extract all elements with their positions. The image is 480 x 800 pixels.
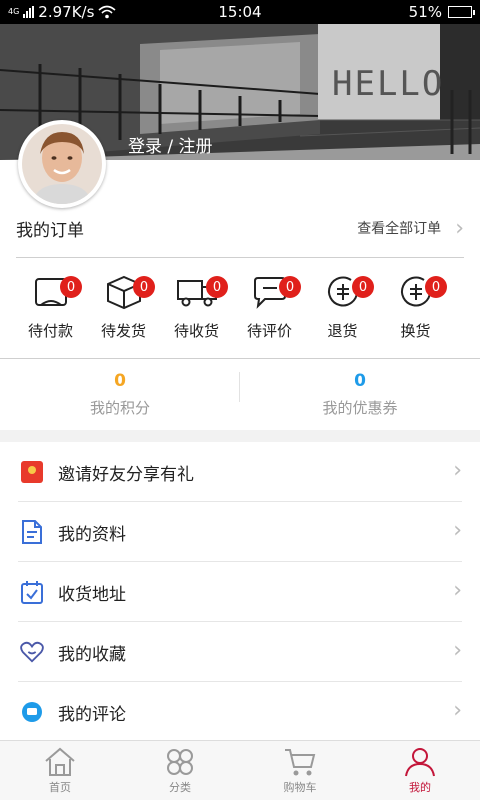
tab-home[interactable]: 首页 — [0, 741, 120, 800]
battery-icon — [448, 6, 475, 18]
tab-label: 首页 — [49, 780, 71, 794]
order-status-to-ship[interactable]: 0 待发货 — [87, 270, 160, 350]
order-status-label: 待评价 — [246, 322, 292, 340]
points-stat[interactable]: 0 我的积分 — [0, 362, 240, 426]
avatar-portrait — [22, 124, 102, 204]
menu-item-profile[interactable]: 我的资料 › — [0, 502, 480, 562]
gift-envelope-icon — [20, 460, 44, 484]
tab-cart[interactable]: 购物车 — [240, 741, 360, 800]
order-status-row: 0 待付款 0 待发货 0 待收货 0 待评价 0 退货 0 换货 — [0, 270, 480, 350]
order-status-to-review[interactable]: 0 待评价 — [233, 270, 306, 350]
coupons-stat[interactable]: 0 我的优惠券 — [240, 362, 480, 426]
hello-wall-text: HELLO — [332, 64, 445, 104]
order-status-label: 待付款 — [27, 322, 73, 340]
coupons-value: 0 — [354, 370, 366, 391]
order-status-to-receive[interactable]: 0 待收货 — [160, 270, 233, 350]
wifi-icon — [98, 5, 116, 19]
order-status-exchange[interactable]: 0 换货 — [379, 270, 452, 350]
points-label: 我的积分 — [89, 398, 150, 417]
menu-item-reviews[interactable]: 我的评论 › — [0, 682, 480, 742]
order-badge: 0 — [60, 276, 82, 298]
tab-label: 购物车 — [283, 780, 317, 794]
order-badge: 0 — [279, 276, 301, 298]
document-icon — [20, 520, 44, 544]
status-time: 15:04 — [218, 3, 262, 21]
calendar-check-icon — [20, 580, 44, 604]
order-badge: 0 — [425, 276, 447, 298]
category-icon — [167, 748, 193, 775]
signal-icon — [23, 6, 35, 18]
coupons-label: 我的优惠券 — [322, 398, 398, 417]
tab-label: 我的 — [409, 780, 431, 794]
menu-item-label: 我的评论 — [58, 704, 126, 725]
divider — [0, 358, 480, 359]
chevron-right-icon: › — [453, 638, 462, 663]
avatar[interactable] — [18, 120, 106, 208]
order-status-label: 待发货 — [100, 322, 146, 340]
chevron-right-icon: › — [453, 518, 462, 543]
chat-bubble-icon — [20, 700, 44, 724]
tab-mine[interactable]: 我的 — [360, 741, 480, 800]
bottom-tab-bar: 首页 分类 购物车 我的 — [0, 740, 480, 800]
order-badge: 0 — [352, 276, 374, 298]
tab-category[interactable]: 分类 — [120, 741, 240, 800]
my-orders-row[interactable]: 我的订单 查看全部订单 › — [0, 200, 480, 256]
menu-item-label: 邀请好友分享有礼 — [58, 464, 194, 485]
menu-item-address[interactable]: 收货地址 › — [0, 562, 480, 622]
menu-item-label: 收货地址 — [58, 584, 126, 605]
stats-row: 0 我的积分 0 我的优惠券 — [0, 362, 480, 426]
chevron-right-icon: › — [455, 215, 464, 241]
my-orders-title: 我的订单 — [16, 220, 84, 241]
menu-item-label: 我的资料 — [58, 524, 126, 545]
order-badge: 0 — [206, 276, 228, 298]
stats-separator — [239, 372, 240, 402]
network-type: 4G — [8, 7, 20, 16]
home-icon — [45, 747, 75, 776]
chevron-right-icon: › — [453, 458, 462, 483]
tab-label: 分类 — [169, 780, 191, 794]
order-status-label: 待收货 — [173, 322, 219, 340]
points-value: 0 — [114, 370, 126, 391]
login-register-link[interactable]: 登录 / 注册 — [128, 132, 213, 157]
divider — [16, 257, 464, 258]
battery-percent: 51% — [408, 3, 442, 21]
menu-item-label: 我的收藏 — [58, 644, 126, 665]
chevron-right-icon: › — [453, 698, 462, 723]
order-status-label: 换货 — [400, 322, 431, 340]
order-status-return[interactable]: 0 退货 — [306, 270, 379, 350]
menu-list: 邀请好友分享有礼 › 我的资料 › 收货地址 › 我的收藏 › 我的评论 › — [0, 442, 480, 742]
menu-item-favorites[interactable]: 我的收藏 › — [0, 622, 480, 682]
cart-icon — [285, 748, 316, 775]
user-icon — [405, 747, 435, 776]
network-speed: 2.97K/s — [38, 3, 95, 21]
heart-icon — [20, 640, 44, 664]
chevron-right-icon: › — [453, 578, 462, 603]
order-status-label: 退货 — [327, 322, 358, 340]
status-bar: 4G 2.97K/s 15:04 51% — [0, 0, 480, 24]
order-badge: 0 — [133, 276, 155, 298]
order-status-pending-payment[interactable]: 0 待付款 — [14, 270, 87, 350]
menu-item-invite[interactable]: 邀请好友分享有礼 › — [0, 442, 480, 502]
view-all-orders-link[interactable]: 查看全部订单 — [357, 218, 441, 238]
